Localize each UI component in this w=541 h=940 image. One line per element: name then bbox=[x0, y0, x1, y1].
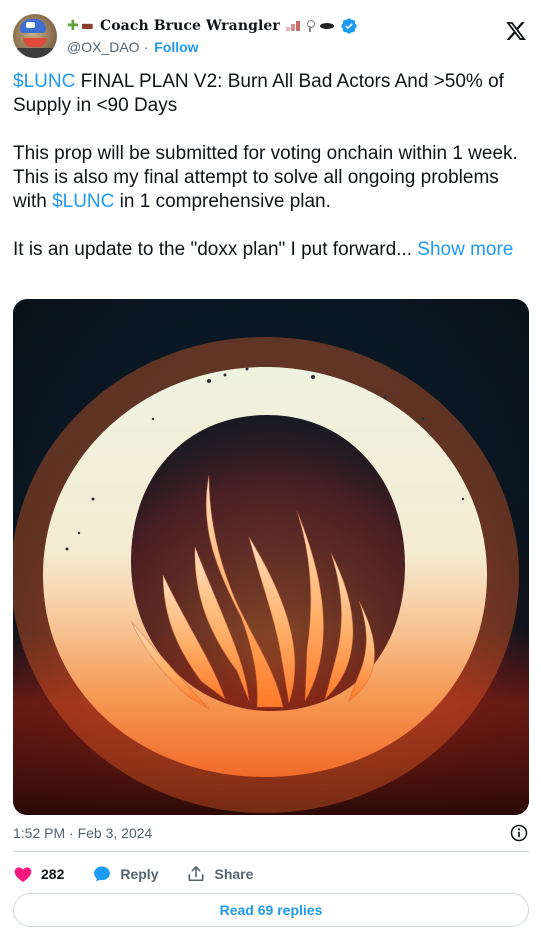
tweet-text: $LUNC FINAL PLAN V2: Burn All Bad Actors… bbox=[13, 70, 525, 286]
share-upload-icon bbox=[189, 866, 204, 882]
heart-icon bbox=[14, 867, 32, 882]
avatar-mouth bbox=[23, 38, 47, 47]
bar-chart-icon bbox=[285, 21, 300, 31]
like-button[interactable]: 282 bbox=[13, 864, 64, 884]
author-display-name[interactable]: Coach Bruce Wrangler bbox=[100, 18, 280, 34]
tweet-paragraph-3: It is an update to the "doxx plan" I put… bbox=[13, 238, 525, 262]
tweet-timestamp[interactable]: 1:52 PM · Feb 3, 2024 bbox=[13, 825, 152, 841]
cashtag-link[interactable]: $LUNC bbox=[13, 71, 75, 92]
handle-separator: · bbox=[143, 39, 149, 55]
reply-button[interactable]: Reply bbox=[92, 864, 158, 884]
cashtag-link[interactable]: $LUNC bbox=[52, 191, 114, 212]
avatar-shirt bbox=[17, 48, 53, 58]
tweet-actions: 282 Reply Share bbox=[13, 862, 281, 886]
tweet-text-segment: in 1 comprehensive plan. bbox=[114, 191, 331, 212]
divider bbox=[13, 851, 529, 852]
info-icon[interactable] bbox=[509, 823, 529, 843]
tweet-header: ✚ ▬ Coach Bruce Wrangler @OX_DAO · Follo… bbox=[13, 12, 529, 60]
reply-label: Reply bbox=[120, 866, 159, 882]
read-replies-button[interactable]: Read 69 replies bbox=[13, 893, 529, 927]
show-more-link[interactable]: Show more bbox=[417, 239, 513, 260]
share-button[interactable]: Share bbox=[186, 864, 253, 884]
author-name-row[interactable]: ✚ ▬ Coach Bruce Wrangler bbox=[67, 16, 358, 36]
avatar-cap-badge bbox=[26, 22, 35, 28]
author-handle-row: @OX_DAO · Follow bbox=[67, 39, 199, 55]
follow-link[interactable]: Follow bbox=[154, 39, 198, 55]
tweet-timestamp-row: 1:52 PM · Feb 3, 2024 bbox=[13, 823, 529, 843]
tweet-paragraph-1: $LUNC FINAL PLAN V2: Burn All Bad Actors… bbox=[13, 70, 525, 118]
avatar[interactable] bbox=[13, 14, 57, 58]
map-pin-icon bbox=[306, 20, 315, 32]
disc-icon bbox=[319, 23, 334, 29]
author-handle[interactable]: @OX_DAO bbox=[67, 39, 140, 55]
share-label: Share bbox=[214, 866, 254, 882]
ox-icon: ▬ bbox=[80, 18, 94, 34]
verified-badge-icon bbox=[341, 18, 357, 34]
tweet-media-image[interactable] bbox=[13, 299, 529, 815]
tweet-text-segment: It is an update to the "doxx plan" I put… bbox=[13, 239, 418, 260]
like-count: 282 bbox=[41, 866, 65, 882]
reply-bubble-icon bbox=[94, 866, 111, 882]
tweet-paragraph-2: This prop will be submitted for voting o… bbox=[13, 142, 525, 214]
x-logo-icon[interactable] bbox=[505, 20, 527, 42]
puzzle-piece-icon: ✚ bbox=[67, 18, 79, 34]
fire-ring-artwork bbox=[13, 299, 529, 815]
tweet-text-segment: FINAL PLAN V2: Burn All Bad Actors And >… bbox=[13, 71, 504, 116]
